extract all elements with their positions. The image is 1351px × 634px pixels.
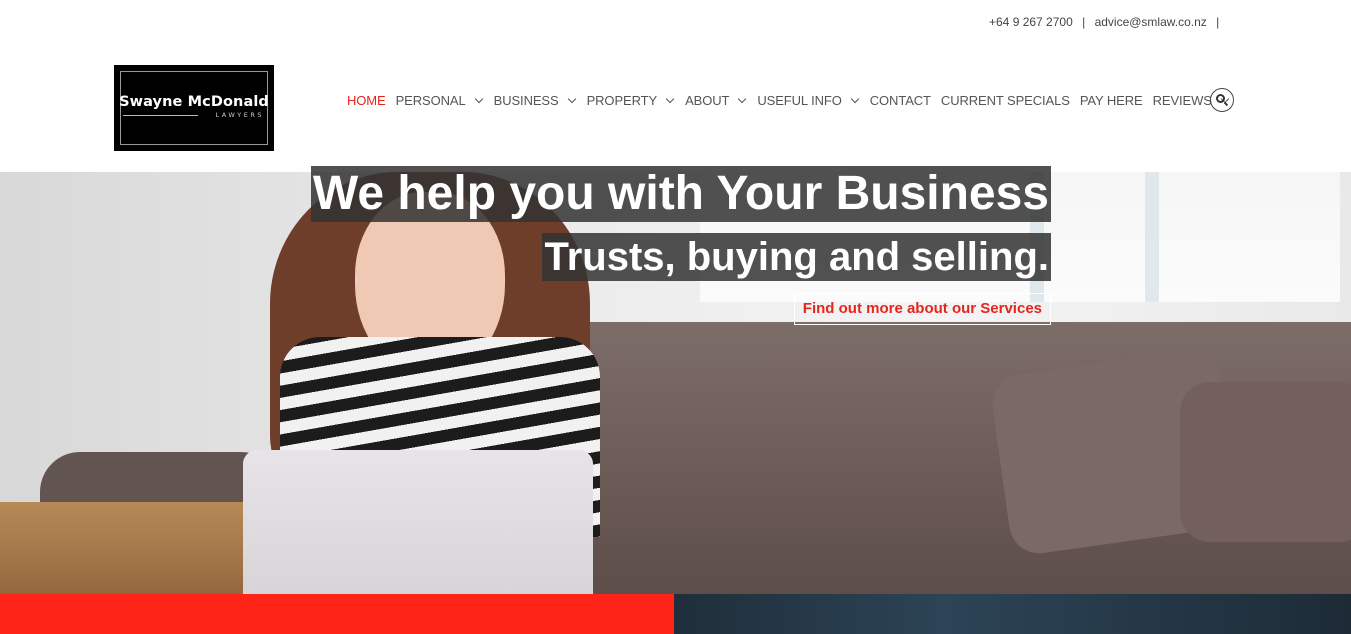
separator: | — [1082, 15, 1086, 29]
nav-item-contact[interactable]: CONTACT — [870, 93, 931, 108]
nav-item-label: ABOUT — [685, 92, 730, 108]
nav-item-home[interactable]: HOME — [347, 93, 386, 108]
hero-subtitle: Trusts, buying and selling. — [542, 233, 1051, 281]
nav-item-label: BUSINESS — [493, 92, 559, 108]
chevron-down-icon — [474, 94, 483, 103]
feature-band-dark — [674, 594, 1351, 634]
contact-info: +64 9 267 2700 | advice@smlaw.co.nz | — [989, 15, 1225, 29]
services-button[interactable]: Find out more about our Services — [793, 293, 1051, 325]
chevron-down-icon — [738, 94, 747, 103]
main-nav: HOME PERSONAL BUSINESS PROPERTY ABOUT US… — [347, 88, 1240, 112]
site-logo[interactable]: Swayne McDonald LAWYERS — [114, 65, 274, 151]
hero-title: We help you with Your Business — [310, 166, 1051, 222]
nav-item-business[interactable]: BUSINESS — [494, 93, 577, 108]
logo-name: Swayne McDonald — [119, 94, 269, 110]
nav-item-about[interactable]: ABOUT — [685, 93, 747, 108]
nav-item-label: PAY HERE — [1079, 92, 1143, 108]
logo-subtitle: LAWYERS — [215, 111, 264, 119]
email-link[interactable]: advice@smlaw.co.nz — [1095, 15, 1207, 29]
hero-side-table — [0, 502, 260, 594]
nav-item-label: CURRENT SPECIALS — [940, 92, 1070, 108]
nav-item-label: PERSONAL — [395, 92, 466, 108]
search-icon-handle — [1223, 101, 1229, 107]
nav-item-label: CONTACT — [869, 92, 931, 108]
nav-item-property[interactable]: PROPERTY — [587, 93, 675, 108]
nav-item-current-specials[interactable]: CURRENT SPECIALS — [941, 93, 1070, 108]
window-frame — [1145, 172, 1159, 302]
hero-laptop — [243, 450, 593, 594]
nav-item-label: REVIEWS — [1152, 92, 1212, 108]
chevron-down-icon — [665, 94, 675, 103]
nav-item-pay-here[interactable]: PAY HERE — [1080, 93, 1143, 108]
nav-item-label: PROPERTY — [586, 92, 658, 108]
hero-cushion — [1180, 382, 1351, 542]
feature-band-red — [0, 594, 674, 634]
nav-item-label: USEFUL INFO — [757, 92, 842, 108]
chevron-down-icon — [567, 94, 576, 103]
nav-item-useful-info[interactable]: USEFUL INFO — [757, 93, 859, 108]
nav-item-personal[interactable]: PERSONAL — [396, 93, 484, 108]
nav-item-label: HOME — [347, 92, 386, 108]
chevron-down-icon — [850, 94, 859, 103]
logo-rule — [123, 115, 198, 116]
search-button[interactable] — [1210, 88, 1234, 112]
top-contact-bar: +64 9 267 2700 | advice@smlaw.co.nz | — [0, 0, 1351, 44]
phone-link[interactable]: +64 9 267 2700 — [989, 15, 1073, 29]
separator: | — [1216, 15, 1220, 29]
